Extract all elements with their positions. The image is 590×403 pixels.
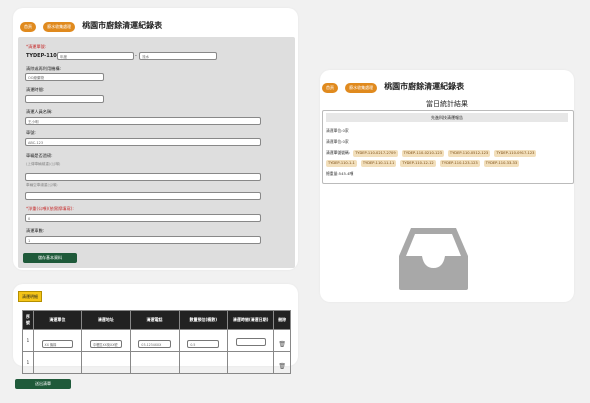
clearance-chip: TYDEP-110-0917-123 [494, 150, 537, 157]
summary-header: 首頁 廢水收集處理 桃園市廚餘清運紀錄表 [322, 74, 464, 93]
trash-icon[interactable]: 🗑 [278, 341, 286, 348]
row-unit-input[interactable]: XX 機構 [41, 340, 74, 348]
summary-line-1: 清運單位:0家 [326, 128, 349, 133]
row-delete-cell: 🗑 [273, 351, 291, 374]
clearance-chip: TYDEP-110-0512-123 [447, 150, 491, 157]
clearance-separator: - [135, 53, 137, 59]
trash-icon[interactable]: 🗑 [278, 363, 286, 370]
summary-chip-area: 清運單號號碼: TYDEP-110-0217-2709 TYDEP-110-0210… [326, 148, 572, 168]
row-phone-cell: 03-1234XXX [129, 329, 180, 352]
row-address-cell [81, 351, 131, 374]
weigh-note-1: (上傳車輛總重)(公噸) [26, 162, 61, 166]
menu-pill[interactable]: 廢水收集處理 [43, 22, 76, 32]
vehicle-input[interactable]: ABC-123 [25, 138, 261, 146]
personnel-label: 清運人員名稱: [26, 109, 53, 114]
summary-menu-pill[interactable]: 廢水收集處理 [345, 83, 378, 93]
clearance-chip: TYDEP-110-1-1 [326, 160, 357, 167]
row-time-cell [227, 351, 275, 374]
summary-title: 桃園市廚餘清運紀錄表 [384, 82, 465, 91]
summary-home-pill[interactable]: 首頁 [322, 83, 338, 93]
row-address-input[interactable]: 中壢區XX街XX號 [89, 340, 122, 348]
empty-weight-input[interactable] [25, 192, 261, 200]
row-phone-input[interactable]: 03-1234XXX [138, 340, 171, 348]
row-time-cell [227, 329, 275, 352]
row-unit-cell [32, 351, 83, 374]
clearance-chip: TYDEP-110-12-12 [400, 160, 436, 167]
vehicle-count-input[interactable]: 1 [25, 236, 261, 244]
net-weight-label: *淨重(公噸)(依實際填寫): [26, 206, 74, 211]
row-count-cell: 0.5 [178, 329, 229, 352]
clearance-chip: TYDEP-110-123-123 [439, 160, 480, 167]
row-delete-cell: 🗑 [273, 329, 291, 352]
summary-line-2: 清運單位:0家 [326, 139, 349, 144]
col-unit: 清運單位 [32, 310, 83, 330]
row-count-input[interactable]: 0.5 [187, 340, 220, 348]
vehicle-count-label: 清運車數: [26, 228, 45, 233]
clearance-serial-input[interactable]: 流水 [139, 52, 217, 60]
summary-total: 總重量:545.4噸 [326, 171, 354, 176]
clearance-year-input[interactable]: 年度 [57, 52, 134, 60]
clearance-chip: TYDEP-110-0210-123 [401, 150, 444, 157]
col-count: 數量預估(桶數) [178, 310, 229, 330]
summary-line-3: 清運單號號碼: [326, 150, 351, 155]
save-basic-button[interactable]: 儲存基本資料 [23, 253, 77, 263]
col-no: 序號 [22, 310, 34, 330]
row-count-cell [178, 351, 229, 374]
time-label: 清運時間: [26, 87, 45, 92]
table-row: 1 🗑 [22, 351, 291, 374]
col-address: 清運地址 [81, 310, 131, 330]
home-pill[interactable]: 首頁 [20, 22, 36, 32]
form-header: 首頁 廢水收集處理 桃園市廚餘清運紀錄表 [20, 13, 162, 32]
col-time: 清運時間(清運日期) [227, 310, 275, 330]
row-time-input[interactable] [235, 338, 266, 346]
col-phone: 清運電話 [129, 310, 180, 330]
page-title: 桃園市廚餘清運紀錄表 [82, 21, 163, 30]
row-no: 1 [22, 351, 34, 374]
time-input[interactable] [25, 95, 104, 103]
net-weight-input[interactable]: 0 [25, 214, 261, 222]
facility-label: 清除或再利用機構: [26, 66, 61, 71]
table-row: 1 XX 機構 中壢區XX街XX號 03-1234XXX 0.5 🗑 [22, 329, 291, 352]
clearance-chip: TYDEP-110-33-33 [483, 160, 520, 167]
inbox-tray-icon [399, 228, 468, 290]
weigh-label: 車輛是否過磅: [26, 153, 53, 158]
clearance-chip: TYDEP-110-11-11 [360, 160, 397, 167]
row-phone-cell [129, 351, 180, 374]
personnel-input[interactable]: 王小明 [25, 117, 261, 125]
row-unit-cell: XX 機構 [32, 329, 83, 352]
row-address-cell: 中壢區XX街XX號 [81, 329, 131, 352]
summary-box-header: 先進科技清運報告 [326, 113, 568, 122]
clearance-chip: TYDEP-110-0217-2709 [353, 150, 398, 157]
col-delete: 刪除 [273, 310, 291, 330]
summary-subtitle: 當日統計結果 [426, 100, 468, 108]
clearance-no-label: *清運單號: [26, 44, 47, 49]
weigh-note-2: 車輛空車總重(公噸) [26, 183, 58, 187]
clearance-no-prefix: TYDEP-110- [26, 53, 59, 59]
gross-weight-input[interactable] [25, 173, 261, 181]
facility-input[interactable]: OO廢棄物 [25, 73, 104, 81]
detail-table: 序號 清運單位 清運地址 清運電話 數量預估(桶數) 清運時間(清運日期) 刪除… [22, 310, 291, 374]
row-no: 1 [22, 329, 34, 352]
submit-list-button[interactable]: 送出清單 [15, 379, 71, 389]
detail-tag: 清運明細 [18, 291, 42, 302]
vehicle-label: 車號: [26, 130, 36, 135]
